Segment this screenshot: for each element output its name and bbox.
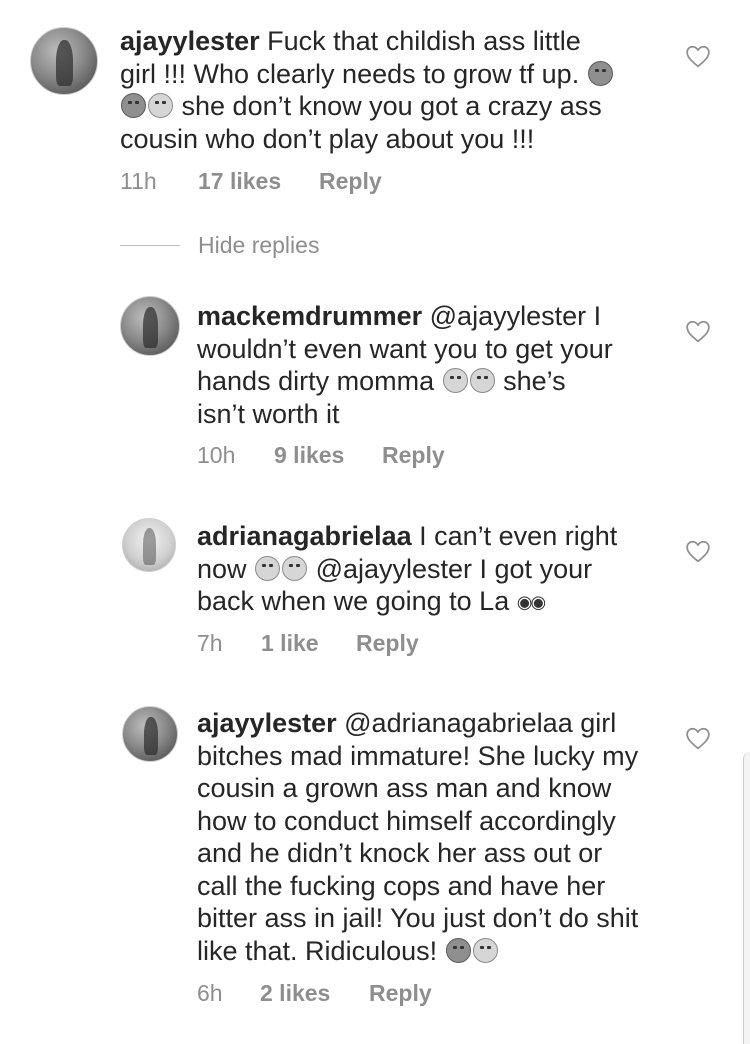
heart-outline-icon[interactable]: [685, 726, 711, 750]
heart-outline-icon[interactable]: [685, 539, 711, 563]
comment-username[interactable]: mackemdrummer: [197, 301, 422, 331]
hide-replies-label[interactable]: Hide replies: [198, 230, 319, 260]
comment-meta: 11h 17 likes Reply: [120, 166, 520, 196]
heart-outline-icon[interactable]: [685, 44, 711, 68]
comment-text: mackemdrummer @ajayylester I wouldn’t ev…: [197, 301, 613, 429]
angry-face-emoji: [445, 937, 471, 963]
likes-count[interactable]: 9 likes: [274, 440, 344, 470]
comment-username[interactable]: adrianagabrielaa: [197, 521, 412, 551]
likes-count[interactable]: 17 likes: [198, 166, 281, 196]
reply-button[interactable]: Reply: [319, 166, 382, 196]
avatar[interactable]: [30, 27, 98, 95]
grinning-face-emoji: [442, 368, 468, 393]
expressionless-face-emoji: [472, 937, 498, 963]
eyes-emoji: ◉◉: [516, 592, 546, 612]
reply-button[interactable]: Reply: [356, 628, 419, 658]
comment-meta: 7h 1 like Reply: [197, 628, 597, 658]
scream-face-emoji: [282, 555, 308, 581]
comment-username[interactable]: ajayylester: [197, 708, 337, 738]
comment-text: adrianagabrielaa I can’t even right now …: [197, 520, 717, 619]
comment-time: 7h: [197, 630, 223, 656]
grinning-face-emoji: [469, 368, 495, 393]
likes-count[interactable]: 1 like: [261, 628, 319, 658]
avatar[interactable]: [122, 706, 178, 762]
rofl-face-emoji: [255, 555, 281, 581]
comment-text: ajayylester @adrianagabrielaa girl bitch…: [197, 708, 639, 966]
comment-meta: 6h 2 likes Reply: [197, 978, 597, 1008]
avatar[interactable]: [120, 296, 180, 356]
expressionless-face-emoji: [148, 93, 173, 118]
reply-button[interactable]: Reply: [369, 978, 432, 1008]
comment-time: 11h: [120, 168, 157, 194]
avatar[interactable]: [122, 518, 176, 572]
comment-text: ajayylester Fuck that childish ass littl…: [120, 25, 720, 155]
divider-line: [120, 245, 180, 246]
likes-count[interactable]: 2 likes: [260, 978, 330, 1008]
reply-button[interactable]: Reply: [382, 440, 445, 470]
comment-time: 10h: [197, 442, 236, 468]
angry-face-emoji: [121, 93, 146, 118]
comment-username[interactable]: ajayylester: [120, 26, 260, 56]
heart-outline-icon[interactable]: [685, 319, 711, 343]
comment-time: 6h: [197, 980, 223, 1006]
comment-meta: 10h 9 likes Reply: [197, 440, 597, 470]
angry-face-emoji: [587, 60, 613, 86]
scrollbar[interactable]: [743, 752, 750, 1044]
